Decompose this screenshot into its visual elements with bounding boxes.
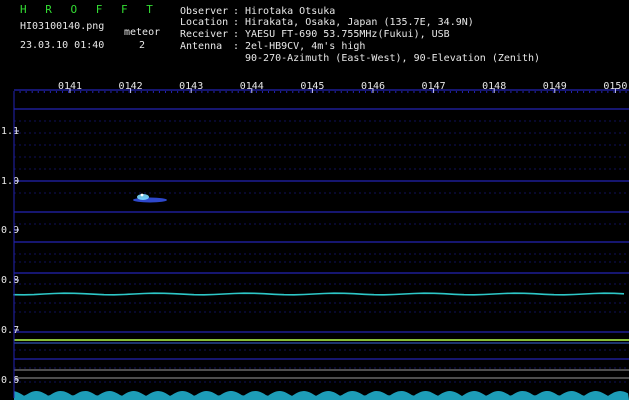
carrier-line-upper bbox=[13, 292, 625, 296]
noise-band bbox=[14, 391, 629, 400]
meteor-echo bbox=[133, 193, 167, 203]
grid bbox=[14, 89, 629, 383]
x-tick-label: 0147 bbox=[422, 81, 446, 92]
x-tick-label: 0146 bbox=[361, 81, 385, 92]
spectrogram: 0141 0142 0143 0144 0145 0146 0147 0148 0149 0150… bbox=[1, 81, 629, 400]
x-tick-label: 0145 bbox=[300, 81, 324, 92]
x-tick-label: 0144 bbox=[240, 81, 264, 92]
x-tick-label: 0149 bbox=[543, 81, 567, 92]
x-tick-label: 0150 bbox=[603, 81, 627, 92]
x-tick-label: 0142 bbox=[119, 81, 143, 92]
carrier-lines bbox=[13, 292, 629, 400]
x-tick-label: 0141 bbox=[58, 81, 82, 92]
x-tick-label: 0143 bbox=[179, 81, 203, 92]
y-axis-unit: kHz bbox=[1, 75, 20, 86]
meteor-echo-core bbox=[140, 193, 144, 197]
x-tick-label: 0148 bbox=[482, 81, 506, 92]
